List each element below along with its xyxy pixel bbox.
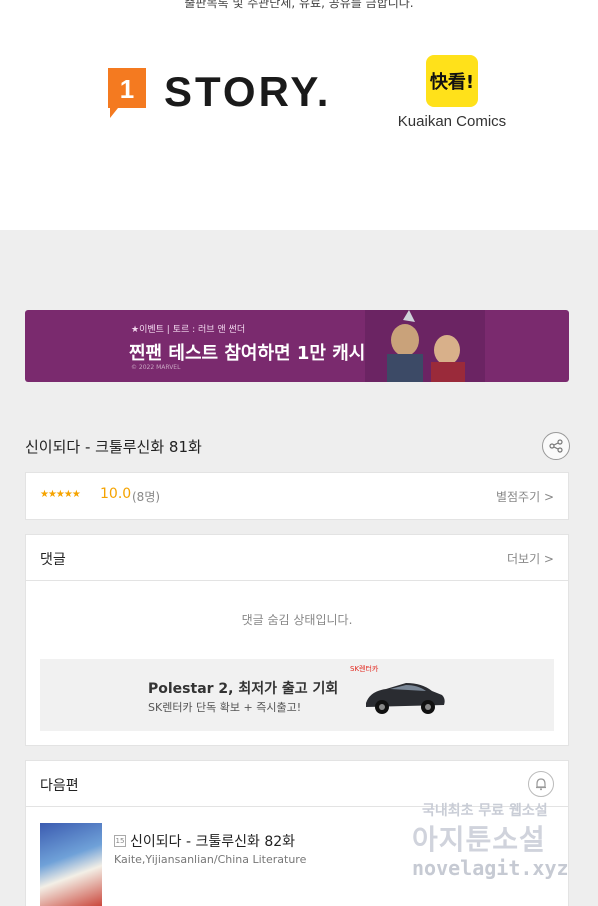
comments-header: 댓글 더보기 > — [26, 535, 568, 581]
kuaikan-name: Kuaikan Comics — [397, 113, 507, 130]
site-watermark: 국내최초 무료 웹소설 아지툰소설 novelagit.xyz — [410, 800, 590, 900]
banner-copyright: © 2022 MARVEL — [131, 364, 181, 371]
story-logo: 1 STORY. — [104, 64, 331, 120]
watermark-line3: novelagit.xyz — [412, 856, 569, 880]
star-rating: ★★★★★ — [40, 489, 81, 500]
watermark-line1: 국내최초 무료 웹소설 — [422, 803, 548, 819]
partner-section: 출판목록 및 주관단체, 유료, 공유를 금합니다. 1 STORY. 快看! … — [0, 0, 598, 230]
comments-more-link[interactable]: 더보기 > — [507, 550, 554, 567]
kuaikan-badge-icon: 快看! — [426, 55, 478, 107]
banner-heroes-image — [365, 310, 485, 382]
comments-title: 댓글 — [40, 552, 66, 568]
svg-text:1: 1 — [120, 74, 134, 104]
polestar-ad[interactable]: SK렌터카 Polestar 2, 최저가 출고 기회 SK렌터카 단독 확보 … — [40, 659, 554, 731]
next-episode-author: Kaite,Yijiansanlian/China Literature — [114, 853, 307, 866]
next-episode-thumbnail[interactable] — [40, 823, 102, 906]
watermark-line2: 아지툰소설 — [412, 823, 546, 856]
event-banner[interactable]: ★이벤트 | 토르 : 러브 앤 썬더 찐팬 테스트 참여하면 1만 캐시! ©… — [25, 310, 569, 382]
age-rating-badge: 15 — [114, 835, 126, 847]
banner-event-label: ★이벤트 | 토르 : 러브 앤 썬더 — [131, 325, 246, 335]
rating-count: (8명) — [132, 490, 161, 504]
copyright-notice: 출판목록 및 주관단체, 유료, 공유를 금합니다. — [184, 0, 414, 10]
rate-button[interactable]: 별점주기 > — [496, 488, 554, 505]
ad-subtitle: SK렌터카 단독 확보 + 즉시출고! — [148, 701, 302, 714]
comments-card: 댓글 더보기 > 댓글 숨김 상태입니다. SK렌터카 Polestar 2, … — [25, 534, 569, 746]
ad-title: Polestar 2, 최저가 출고 기회 — [148, 681, 339, 697]
kuaikan-logo: 快看! Kuaikan Comics — [396, 55, 508, 130]
notify-button[interactable] — [528, 771, 554, 797]
next-episode-link[interactable]: 15 신이되다 - 크툴루신화 82화 — [114, 831, 295, 851]
story-wordmark: STORY. — [164, 68, 332, 115]
comments-hidden-message: 댓글 숨김 상태입니다. — [241, 613, 353, 627]
story-badge-icon: 1 — [108, 68, 146, 118]
banner-headline: 찐팬 테스트 참여하면 1만 캐시! — [129, 343, 374, 364]
car-image — [366, 683, 445, 714]
next-title: 다음편 — [40, 778, 79, 794]
next-episode-title: 신이되다 - 크툴루신화 82화 — [130, 834, 296, 850]
bell-icon — [536, 778, 546, 791]
share-icon — [549, 439, 563, 453]
episode-title: 신이되다 - 크툴루신화 81화 — [25, 438, 202, 456]
share-button[interactable] — [542, 432, 570, 460]
rating-card: ★★★★★ 10.0 (8명) 별점주기 > — [25, 472, 569, 520]
rating-score: 10.0 — [100, 486, 132, 502]
